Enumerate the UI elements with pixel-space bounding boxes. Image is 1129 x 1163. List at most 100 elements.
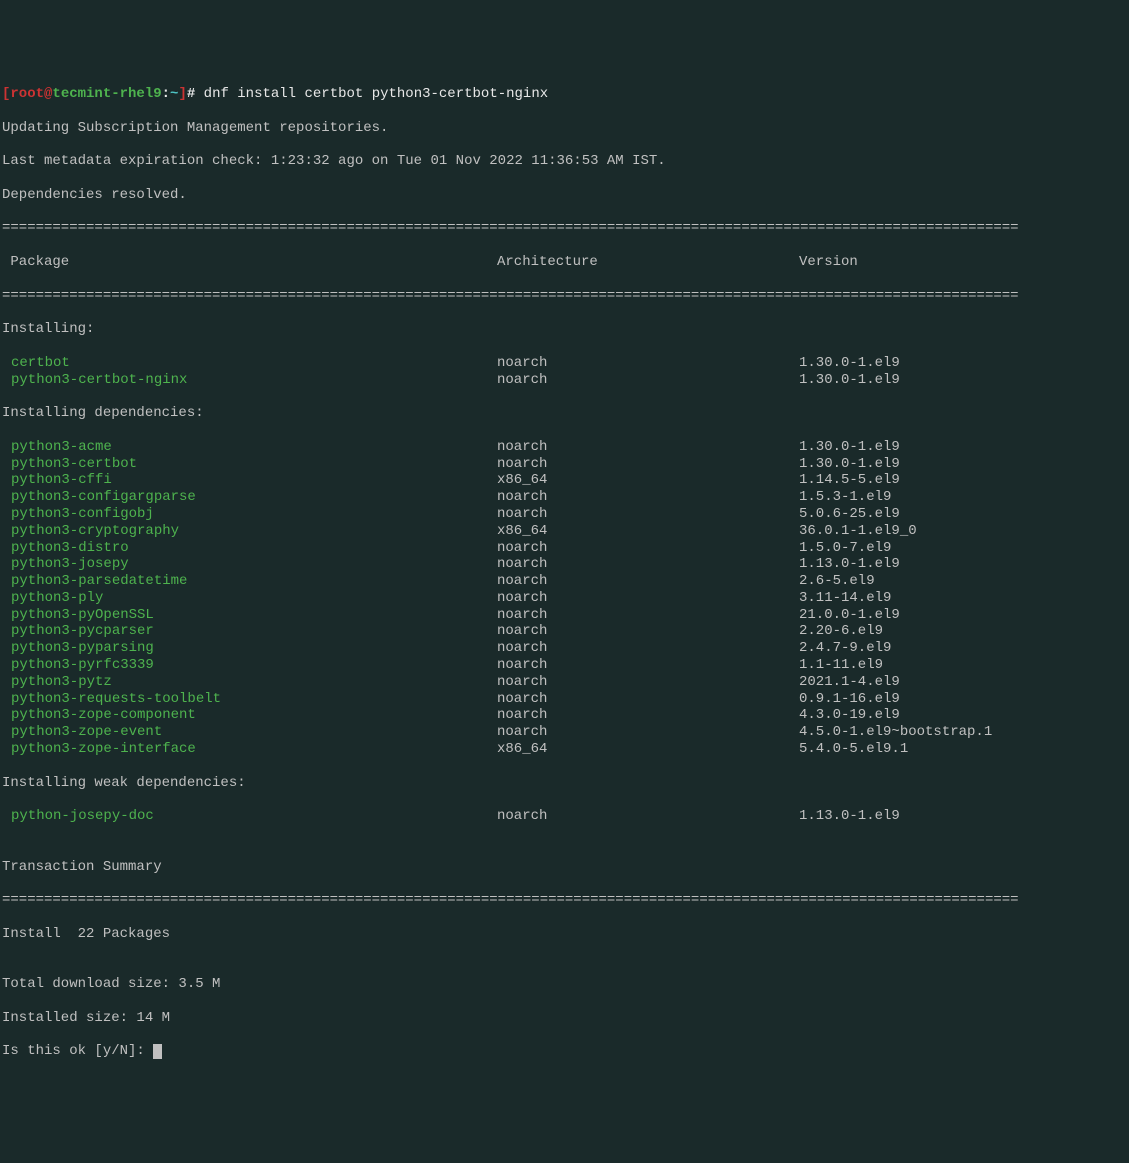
- package-version: 2.20-6.el9: [799, 623, 1127, 640]
- package-row: python3-cryptographyx86_6436.0.1-1.el9_0: [2, 523, 1127, 540]
- package-row: python3-cffix86_641.14.5-5.el9: [2, 472, 1127, 489]
- confirm-prompt[interactable]: Is this ok [y/N]:: [2, 1043, 1127, 1060]
- package-row: certbotnoarch1.30.0-1.el9: [2, 355, 1127, 372]
- package-arch: noarch: [497, 372, 799, 389]
- cursor: [153, 1044, 162, 1059]
- package-version: 4.3.0-19.el9: [799, 707, 1127, 724]
- package-version: 4.5.0-1.el9~bootstrap.1: [799, 724, 1127, 741]
- header-arch: Architecture: [497, 254, 799, 271]
- package-name: python3-distro: [2, 540, 497, 557]
- package-arch: x86_64: [497, 523, 799, 540]
- package-version: 1.5.3-1.el9: [799, 489, 1127, 506]
- package-version: 1.13.0-1.el9: [799, 556, 1127, 573]
- package-arch: noarch: [497, 657, 799, 674]
- package-name: python3-pyparsing: [2, 640, 497, 657]
- package-arch: noarch: [497, 456, 799, 473]
- package-version: 1.1-11.el9: [799, 657, 1127, 674]
- package-arch: noarch: [497, 640, 799, 657]
- package-version: 1.14.5-5.el9: [799, 472, 1127, 489]
- package-version: 3.11-14.el9: [799, 590, 1127, 607]
- prompt-user: root: [10, 86, 44, 102]
- package-row: python3-pyOpenSSLnoarch21.0.0-1.el9: [2, 607, 1127, 624]
- package-arch: noarch: [497, 506, 799, 523]
- package-name: python3-pyrfc3339: [2, 657, 497, 674]
- package-version: 1.5.0-7.el9: [799, 540, 1127, 557]
- output-line: Last metadata expiration check: 1:23:32 …: [2, 153, 1127, 170]
- package-arch: noarch: [497, 607, 799, 624]
- package-row: python3-parsedatetimenoarch2.6-5.el9: [2, 573, 1127, 590]
- package-arch: noarch: [497, 623, 799, 640]
- package-name: python3-parsedatetime: [2, 573, 497, 590]
- command-text: dnf install certbot python3-certbot-ngin…: [204, 86, 548, 102]
- installed-size: Installed size: 14 M: [2, 1010, 1127, 1027]
- package-arch: noarch: [497, 540, 799, 557]
- package-version: 2.6-5.el9: [799, 573, 1127, 590]
- package-arch: noarch: [497, 674, 799, 691]
- package-name: python3-certbot-nginx: [2, 372, 497, 389]
- download-size: Total download size: 3.5 M: [2, 976, 1127, 993]
- package-name: python3-configobj: [2, 506, 497, 523]
- package-name: python3-cryptography: [2, 523, 497, 540]
- package-arch: noarch: [497, 489, 799, 506]
- package-row: python3-pyparsingnoarch2.4.7-9.el9: [2, 640, 1127, 657]
- package-row: python-josepy-docnoarch1.13.0-1.el9: [2, 808, 1127, 825]
- package-name: python3-pytz: [2, 674, 497, 691]
- package-row: python3-pyrfc3339noarch1.1-11.el9: [2, 657, 1127, 674]
- separator: ========================================…: [2, 892, 1127, 909]
- header-package: Package: [2, 254, 497, 271]
- install-count: Install 22 Packages: [2, 926, 1127, 943]
- package-arch: noarch: [497, 556, 799, 573]
- package-version: 1.30.0-1.el9: [799, 456, 1127, 473]
- package-version: 5.0.6-25.el9: [799, 506, 1127, 523]
- terminal-output: [root@tecmint-rhel9:~]# dnf install cert…: [2, 69, 1127, 1077]
- prompt-close: ]: [178, 86, 186, 102]
- package-name: certbot: [2, 355, 497, 372]
- summary-title: Transaction Summary: [2, 859, 1127, 876]
- package-arch: x86_64: [497, 741, 799, 758]
- package-name: python3-cffi: [2, 472, 497, 489]
- header-version: Version: [799, 254, 1127, 271]
- confirm-text: Is this ok [y/N]:: [2, 1043, 153, 1059]
- package-name: python3-josepy: [2, 556, 497, 573]
- package-arch: noarch: [497, 590, 799, 607]
- package-row: python3-distronoarch1.5.0-7.el9: [2, 540, 1127, 557]
- package-arch: noarch: [497, 439, 799, 456]
- package-arch: noarch: [497, 724, 799, 741]
- package-version: 36.0.1-1.el9_0: [799, 523, 1127, 540]
- package-row: python3-certbot-nginxnoarch1.30.0-1.el9: [2, 372, 1127, 389]
- package-arch: noarch: [497, 355, 799, 372]
- package-arch: noarch: [497, 573, 799, 590]
- section-installing: Installing:: [2, 321, 1127, 338]
- package-row: python3-requests-toolbeltnoarch0.9.1-16.…: [2, 691, 1127, 708]
- package-version: 1.30.0-1.el9: [799, 439, 1127, 456]
- package-row: python3-pytznoarch2021.1-4.el9: [2, 674, 1127, 691]
- package-row: python3-acmenoarch1.30.0-1.el9: [2, 439, 1127, 456]
- package-arch: noarch: [497, 691, 799, 708]
- package-name: python3-zope-component: [2, 707, 497, 724]
- package-name: python3-pyOpenSSL: [2, 607, 497, 624]
- output-line: Dependencies resolved.: [2, 187, 1127, 204]
- package-version: 0.9.1-16.el9: [799, 691, 1127, 708]
- package-version: 2.4.7-9.el9: [799, 640, 1127, 657]
- package-row: python3-zope-interfacex86_645.4.0-5.el9.…: [2, 741, 1127, 758]
- separator: ========================================…: [2, 288, 1127, 305]
- package-version: 1.30.0-1.el9: [799, 372, 1127, 389]
- section-installing-deps: Installing dependencies:: [2, 405, 1127, 422]
- package-name: python3-configargparse: [2, 489, 497, 506]
- package-version: 2021.1-4.el9: [799, 674, 1127, 691]
- package-name: python-josepy-doc: [2, 808, 497, 825]
- package-arch: x86_64: [497, 472, 799, 489]
- package-name: python3-acme: [2, 439, 497, 456]
- package-row: python3-josepynoarch1.13.0-1.el9: [2, 556, 1127, 573]
- output-line: Updating Subscription Management reposit…: [2, 120, 1127, 137]
- package-row: python3-plynoarch3.11-14.el9: [2, 590, 1127, 607]
- package-row: python3-certbotnoarch1.30.0-1.el9: [2, 456, 1127, 473]
- package-arch: noarch: [497, 808, 799, 825]
- package-name: python3-requests-toolbelt: [2, 691, 497, 708]
- prompt-hash: #: [187, 86, 204, 102]
- separator: ========================================…: [2, 220, 1127, 237]
- package-row: python3-zope-eventnoarch4.5.0-1.el9~boot…: [2, 724, 1127, 741]
- package-name: python3-zope-event: [2, 724, 497, 741]
- table-header: PackageArchitectureVersion: [2, 254, 1127, 271]
- package-version: 5.4.0-5.el9.1: [799, 741, 1127, 758]
